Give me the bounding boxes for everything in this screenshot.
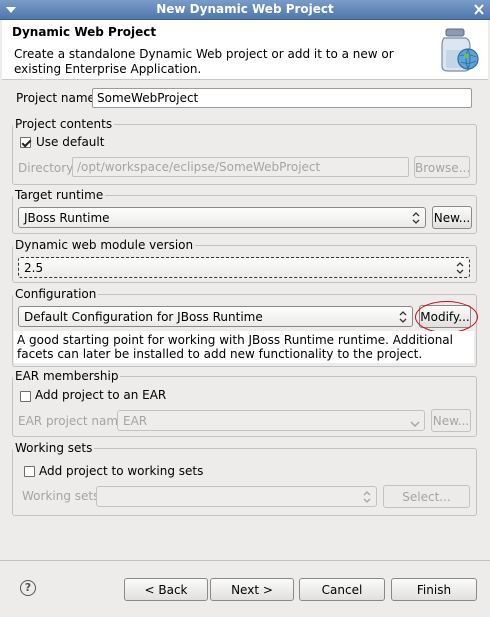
module-version-combo[interactable]: 2.5: [18, 257, 470, 278]
working-sets-label: Working sets:: [22, 489, 104, 503]
target-runtime-combo[interactable]: JBoss Runtime: [18, 207, 426, 228]
configuration-value: Default Configuration for JBoss Runtime: [24, 310, 263, 324]
updown-arrows-icon: [455, 261, 465, 275]
add-to-working-sets-checkbox[interactable]: [24, 466, 35, 477]
next-button[interactable]: Next >: [210, 578, 294, 601]
updown-arrows-icon: [362, 490, 372, 504]
new-runtime-button[interactable]: New...: [432, 206, 472, 229]
help-icon[interactable]: ?: [20, 580, 36, 596]
finish-button[interactable]: Finish: [391, 578, 477, 601]
directory-input[interactable]: [72, 157, 409, 177]
target-runtime-legend: Target runtime: [13, 188, 106, 202]
highlight-ring: [415, 301, 478, 333]
updown-arrows-icon: [411, 211, 421, 225]
module-version-value: 2.5: [24, 261, 44, 275]
add-to-working-sets-label[interactable]: Add project to working sets: [39, 464, 203, 478]
footer-separator: [0, 560, 490, 561]
project-name-label: Project name:: [16, 91, 99, 105]
close-icon[interactable]: [472, 3, 486, 16]
wizard-description: Create a standalone Dynamic Web project …: [14, 47, 394, 76]
project-contents-legend: Project contents: [13, 117, 115, 131]
use-default-label[interactable]: Use default: [36, 135, 104, 149]
add-to-ear-label[interactable]: Add project to an EAR: [35, 388, 166, 402]
updown-arrows-icon: [398, 310, 408, 324]
window-title: New Dynamic Web Project: [156, 2, 334, 16]
project-name-input[interactable]: [92, 88, 472, 108]
configuration-legend: Configuration: [13, 287, 99, 301]
working-sets-combo[interactable]: [96, 486, 377, 507]
browse-button[interactable]: Browse...: [414, 156, 470, 178]
configuration-combo[interactable]: Default Configuration for JBoss Runtime: [18, 306, 413, 327]
wizard-header: Dynamic Web Project Create a standalone …: [2, 20, 488, 80]
select-working-sets-button[interactable]: Select...: [383, 485, 470, 508]
ear-new-button[interactable]: New...: [431, 409, 471, 432]
chevron-down-icon: [410, 415, 420, 429]
add-to-ear-checkbox[interactable]: [20, 391, 31, 402]
ear-project-value: EAR: [123, 414, 148, 428]
ear-membership-legend: EAR membership: [13, 369, 121, 383]
directory-label: Directory:: [18, 161, 77, 175]
web-project-jar-icon: [434, 26, 482, 74]
cancel-button[interactable]: Cancel: [299, 578, 385, 601]
module-version-legend: Dynamic web module version: [13, 238, 196, 252]
ear-project-name-label: EAR project name:: [18, 414, 130, 428]
configuration-description: A good starting point for working with J…: [14, 331, 474, 363]
target-runtime-value: JBoss Runtime: [24, 211, 110, 225]
back-button[interactable]: < Back: [124, 578, 208, 601]
ear-project-combo[interactable]: EAR: [117, 410, 425, 431]
working-sets-legend: Working sets: [13, 441, 95, 455]
wizard-title: Dynamic Web Project: [12, 25, 157, 39]
use-default-checkbox[interactable]: [20, 137, 31, 148]
